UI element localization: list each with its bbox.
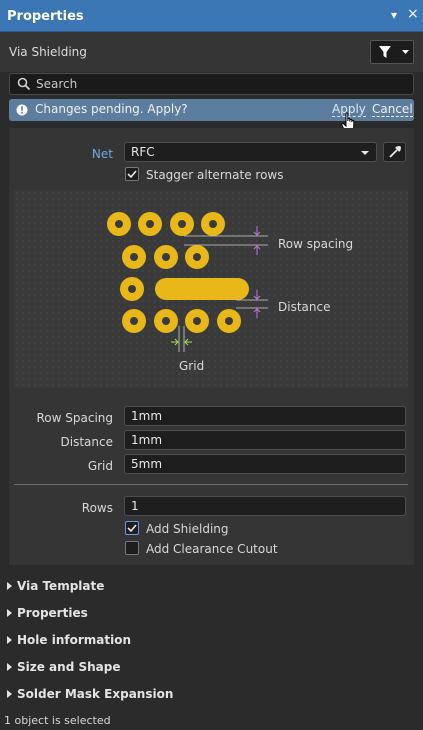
net-picker-button[interactable] [383,142,406,162]
search-input[interactable]: Search [9,73,414,95]
row-spacing-label: Row Spacing [36,411,113,425]
search-icon [17,77,31,91]
distance-label: Distance [60,435,113,449]
chevron-down-icon [402,50,409,54]
cancel-link[interactable]: Cancel [372,102,413,117]
selection-status: 1 object is selected [4,714,111,727]
rows-label: Rows [81,501,113,515]
stagger-checkbox[interactable] [125,167,139,181]
add-shielding-label: Add Shielding [146,522,229,536]
pending-message: Changes pending. Apply? [35,102,188,116]
grid-value: 5mm [131,457,163,471]
distance-caption: Distance [278,300,331,314]
expand-arrow-icon [7,663,12,671]
status-bar: 1 object is selected [0,712,423,730]
section-label: Via Template [17,579,105,593]
section-solder-mask-expansion[interactable]: Solder Mask Expansion [7,687,173,701]
divider [14,484,408,485]
grid-arrows [171,338,192,346]
net-label: Net [91,147,113,161]
row-spacing-arrows [253,226,261,255]
expand-arrow-icon [7,582,12,590]
panel-title: Properties [7,9,84,24]
chevron-down-icon [361,151,369,155]
row-spacing-value: 1mm [131,409,163,423]
eyedropper-icon [389,146,401,158]
row-spacing-dimension [184,235,268,246]
expand-arrow-icon [7,609,12,617]
rows-value: 1 [131,499,139,513]
object-type-label: Via Shielding [9,45,87,59]
net-select[interactable]: RFC [124,142,377,162]
add-shielding-checkbox[interactable] [125,521,139,535]
row-spacing-caption: Row spacing [278,237,354,251]
info-icon [16,104,28,116]
grid-dimension [178,326,185,352]
net-value: RFC [131,145,155,159]
stagger-label: Stagger alternate rows [146,168,284,182]
section-hole-information[interactable]: Hole information [7,633,131,647]
panel-title-bar: Properties ▾ × [0,0,423,32]
section-properties[interactable]: Properties [7,606,88,620]
section-label: Hole information [17,633,131,647]
filter-icon [379,46,391,58]
panel-header: Via Shielding [0,32,423,72]
add-clearance-cutout-checkbox[interactable] [125,541,139,555]
row-spacing-field[interactable]: 1mm [124,406,406,426]
section-label: Size and Shape [17,660,121,674]
expand-arrow-icon [7,690,12,698]
search-placeholder: Search [36,77,78,91]
section-via-template[interactable]: Via Template [7,579,104,593]
add-clearance-cutout-label: Add Clearance Cutout [146,542,278,556]
checkmark-icon [127,170,137,179]
checkmark-icon [127,524,137,533]
rows-field[interactable]: 1 [124,496,406,516]
filter-dropdown-button[interactable] [399,40,414,64]
grid-caption: Grid [179,359,205,373]
expand-arrow-icon [7,636,12,644]
filter-button[interactable] [370,40,400,64]
section-label: Solder Mask Expansion [17,687,174,701]
section-label: Properties [17,606,88,620]
shielding-diagram: Row spacing Distance Grid [14,190,408,388]
panel-close-button[interactable]: × [407,6,419,22]
via-pads [107,212,249,333]
shielding-diagram-drawing [107,212,268,352]
grid-field[interactable]: 5mm [124,454,406,474]
section-size-and-shape[interactable]: Size and Shape [7,660,120,674]
distance-field[interactable]: 1mm [124,430,406,450]
distance-arrows [253,290,261,318]
panel-menu-button[interactable]: ▾ [391,8,397,22]
distance-value: 1mm [131,433,163,447]
distance-dimension [236,299,268,309]
grid-label: Grid [87,459,113,473]
